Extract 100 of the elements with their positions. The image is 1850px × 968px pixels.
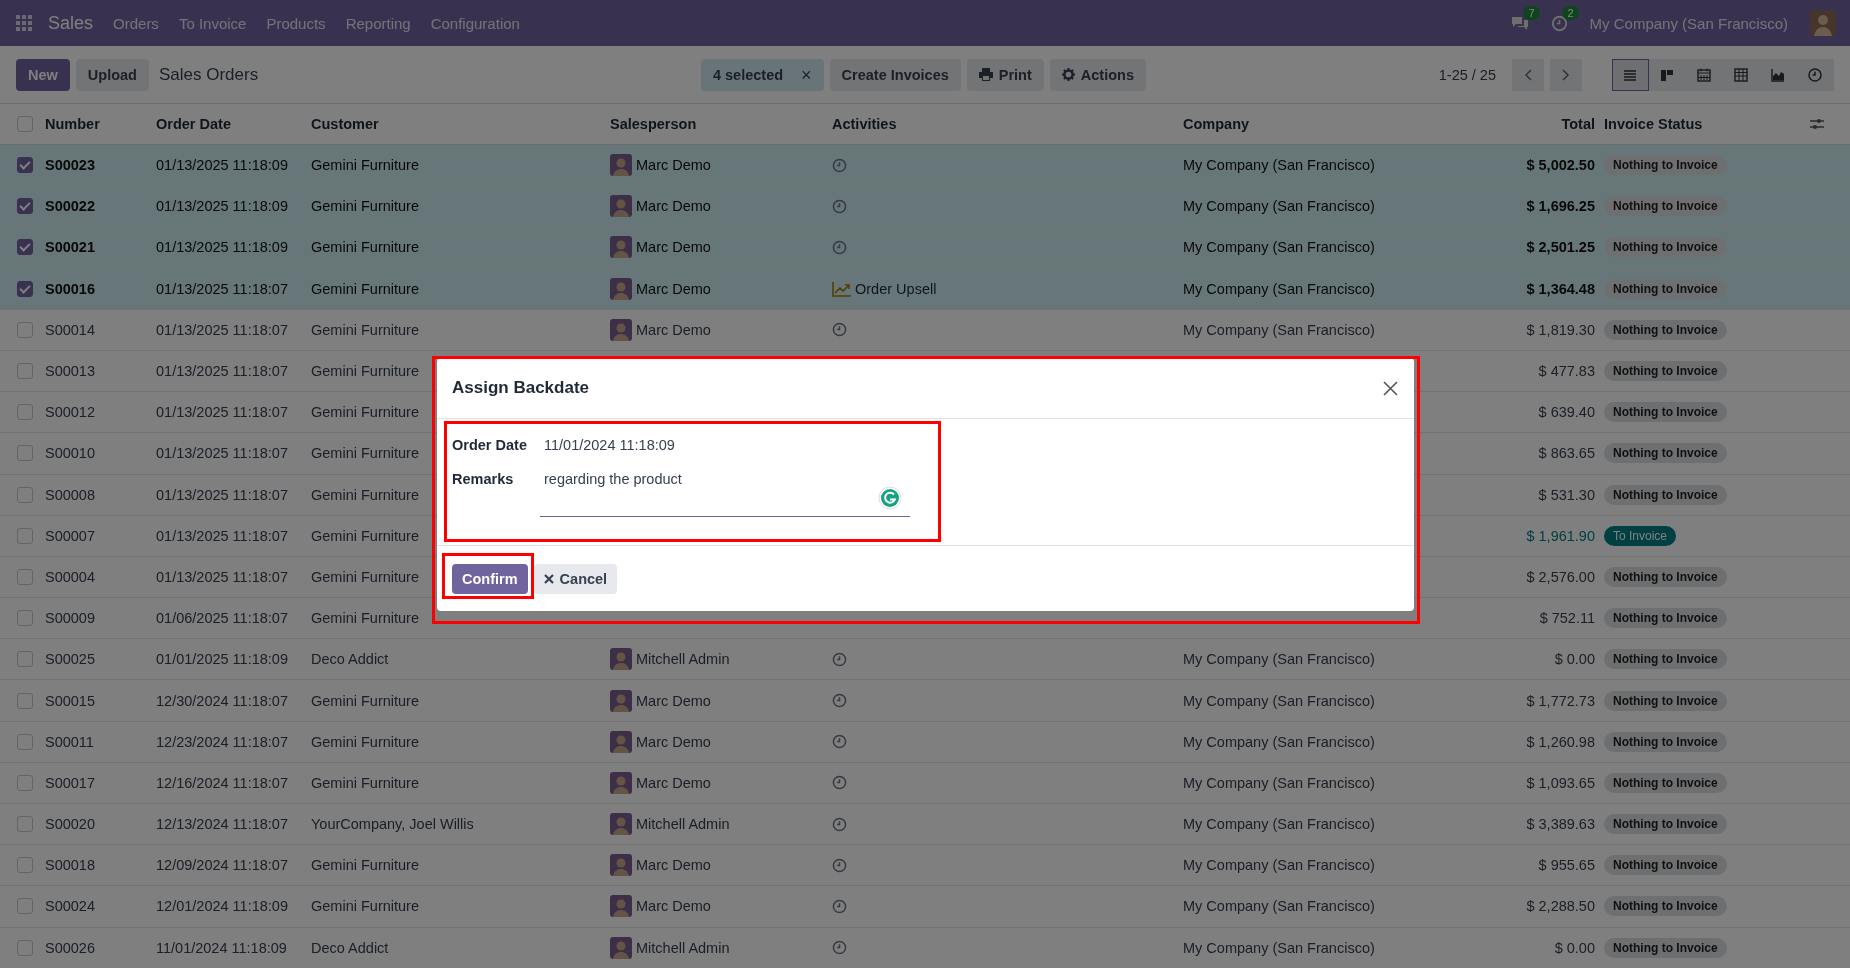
salesperson-name: Mitchell Admin — [636, 816, 730, 833]
table-cell: $ 3,389.63 — [1526, 816, 1595, 833]
row-checkbox[interactable] — [17, 445, 33, 462]
order-row[interactable]: S00021 01/13/2025 11:18:09 Gemini Furniture Marc Demo My Company (San Francisco) $ 2,501.25 Nothing to Invoice — [0, 227, 1850, 269]
column-header[interactable]: Company — [1183, 116, 1250, 132]
menu-item[interactable]: Orders — [113, 14, 159, 32]
order-row[interactable]: S00016 01/13/2025 11:18:07 Gemini Furniture Marc Demo Order Upsell My Company (San Francisco) $ 1,364.48 Nothing to Invoice — [0, 268, 1850, 310]
row-checkbox[interactable] — [17, 939, 33, 956]
table-cell: 12/30/2024 11:18:07 — [156, 692, 288, 709]
table-cell: S00011 — [45, 733, 94, 750]
row-checkbox[interactable] — [17, 363, 33, 380]
column-header[interactable]: Total — [1561, 116, 1595, 132]
avatar-icon — [610, 936, 632, 959]
app-grid-icon[interactable] — [16, 15, 32, 31]
activity-count-badge: 2 — [1562, 5, 1579, 20]
company-switcher[interactable]: My Company (San Francisco) — [1589, 14, 1788, 32]
avatar-icon — [610, 854, 632, 877]
user-avatar-icon[interactable] — [1810, 10, 1836, 36]
row-checkbox[interactable] — [17, 321, 33, 338]
column-header[interactable]: Salesperson — [610, 116, 697, 132]
table-cell: My Company (San Francisco) — [1183, 198, 1375, 215]
menu-item[interactable]: Products — [266, 14, 326, 32]
previous-page-button[interactable] — [1512, 58, 1544, 91]
clock-icon — [832, 198, 847, 214]
selection-counter[interactable]: 4 selected × — [700, 58, 824, 91]
column-header[interactable]: Order Date — [156, 116, 231, 132]
pager-value[interactable]: 1-25 / 25 — [1438, 66, 1496, 83]
column-header[interactable]: Invoice Status — [1595, 116, 1703, 132]
close-icon[interactable] — [1383, 380, 1398, 396]
row-checkbox[interactable] — [17, 651, 33, 668]
menu-item[interactable]: To Invoice — [178, 14, 247, 32]
row-checkbox[interactable] — [17, 774, 33, 791]
order-row[interactable]: S00018 12/09/2024 11:18:07 Gemini Furniture Marc Demo My Company (San Francisco) $ 955.65 Nothing to Invoice — [0, 845, 1850, 887]
table-cell: My Company (San Francisco) — [1183, 692, 1375, 709]
upload-button[interactable]: Upload — [75, 58, 149, 91]
activity-view-button[interactable] — [1797, 58, 1834, 91]
select-all-checkbox[interactable] — [17, 116, 33, 132]
row-checkbox[interactable] — [17, 157, 33, 174]
order-row[interactable]: S00015 12/30/2024 11:18:07 Gemini Furniture Marc Demo My Company (San Francisco) $ 1,772.73 Nothing to Invoice — [0, 680, 1850, 722]
app-name[interactable]: Sales — [48, 12, 94, 34]
row-checkbox[interactable] — [17, 527, 33, 544]
table-cell: $ 5,002.50 — [1526, 157, 1595, 174]
menu-item[interactable]: Configuration — [430, 14, 520, 32]
table-cell: 01/13/2025 11:18:07 — [156, 527, 288, 544]
order-row[interactable]: S00025 01/01/2025 11:18:09 Deco Addict Mitchell Admin My Company (San Francisco) $ 0.00 Nothing to Invoice — [0, 639, 1850, 681]
remarks-field[interactable]: regarding the product — [540, 469, 910, 517]
table-cell: My Company (San Francisco) — [1183, 733, 1375, 750]
order-row[interactable]: S00011 12/23/2024 11:18:07 Gemini Furniture Marc Demo My Company (San Francisco) $ 1,260.98 Nothing to Invoice — [0, 721, 1850, 763]
table-cell: 12/13/2024 11:18:07 — [156, 816, 288, 833]
table-cell: Gemini Furniture — [311, 198, 419, 215]
order-row[interactable]: S00017 12/16/2024 11:18:07 Gemini Furniture Marc Demo My Company (San Francisco) $ 1,093.65 Nothing to Invoice — [0, 762, 1850, 804]
row-checkbox[interactable] — [17, 898, 33, 915]
table-cell: S00018 — [45, 857, 95, 874]
order-row[interactable]: S00023 01/13/2025 11:18:09 Gemini Furniture Marc Demo My Company (San Francisco) $ 5,002.50 Nothing to Invoice — [0, 145, 1850, 187]
salesperson-name: Marc Demo — [636, 157, 711, 174]
confirm-button[interactable]: Confirm — [452, 563, 528, 594]
column-settings-icon[interactable] — [1810, 117, 1824, 131]
table-cell: Gemini Furniture — [311, 404, 419, 421]
menu-item[interactable]: Reporting — [345, 14, 411, 32]
row-checkbox[interactable] — [17, 568, 33, 585]
order-row[interactable]: S00024 12/01/2024 11:18:09 Gemini Furniture Marc Demo My Company (San Francisco) $ 2,288.50 Nothing to Invoice — [0, 886, 1850, 928]
action-button[interactable]: Create Invoices — [829, 58, 961, 91]
row-checkbox[interactable] — [17, 610, 33, 627]
cancel-button[interactable]: Cancel — [533, 563, 618, 594]
row-checkbox[interactable] — [17, 857, 33, 874]
status-badge: Nothing to Invoice — [1604, 772, 1727, 793]
action-button[interactable]: Print — [966, 58, 1044, 91]
clock-icon[interactable] — [1550, 14, 1568, 32]
row-checkbox[interactable] — [17, 404, 33, 421]
writing-assistant-icon[interactable] — [878, 486, 902, 510]
column-header[interactable]: Activities — [832, 116, 897, 132]
row-checkbox[interactable] — [17, 692, 33, 709]
column-header[interactable]: Customer — [311, 116, 379, 132]
order-row[interactable]: S00020 12/13/2024 11:18:07 YourCompany, Joel Willis Mitchell Admin My Company (San Francisco) $ 3,389.63 Nothing to Invoice — [0, 804, 1850, 846]
order-row[interactable]: S00014 01/13/2025 11:18:07 Gemini Furniture Marc Demo My Company (San Francisco) $ 1,819.30 Nothing to Invoice — [0, 309, 1850, 351]
new-button[interactable]: New — [16, 58, 70, 91]
list-view-button[interactable] — [1612, 58, 1649, 91]
table-cell: $ 1,961.90 — [1526, 527, 1595, 544]
table-cell: $ 2,288.50 — [1526, 898, 1595, 915]
chat-icon[interactable] — [1510, 15, 1529, 31]
row-checkbox[interactable] — [17, 239, 33, 256]
row-checkbox[interactable] — [17, 486, 33, 503]
row-checkbox[interactable] — [17, 733, 33, 750]
order-row[interactable]: S00026 11/01/2024 11:18:09 Deco Addict Mitchell Admin My Company (San Francisco) $ 0.00 Nothing to Invoice — [0, 927, 1850, 968]
order-row[interactable]: S00022 01/13/2025 11:18:09 Gemini Furniture Marc Demo My Company (San Francisco) $ 1,696.25 Nothing to Invoice — [0, 186, 1850, 228]
table-cell: $ 2,576.00 — [1526, 568, 1595, 585]
kanban-view-button[interactable] — [1649, 58, 1686, 91]
clock-icon — [832, 857, 847, 873]
column-header[interactable]: Number — [45, 116, 100, 132]
table-cell: S00009 — [45, 610, 95, 627]
next-page-button[interactable] — [1550, 58, 1582, 91]
status-badge: Nothing to Invoice — [1604, 155, 1727, 176]
row-checkbox[interactable] — [17, 816, 33, 833]
row-checkbox[interactable] — [17, 280, 33, 297]
row-checkbox[interactable] — [17, 198, 33, 215]
table-cell: 01/06/2025 11:18:07 — [156, 610, 288, 627]
action-button[interactable]: Actions — [1049, 58, 1146, 91]
avatar-icon — [610, 154, 632, 177]
status-badge: Nothing to Invoice — [1604, 608, 1727, 629]
clock-icon — [832, 322, 847, 338]
